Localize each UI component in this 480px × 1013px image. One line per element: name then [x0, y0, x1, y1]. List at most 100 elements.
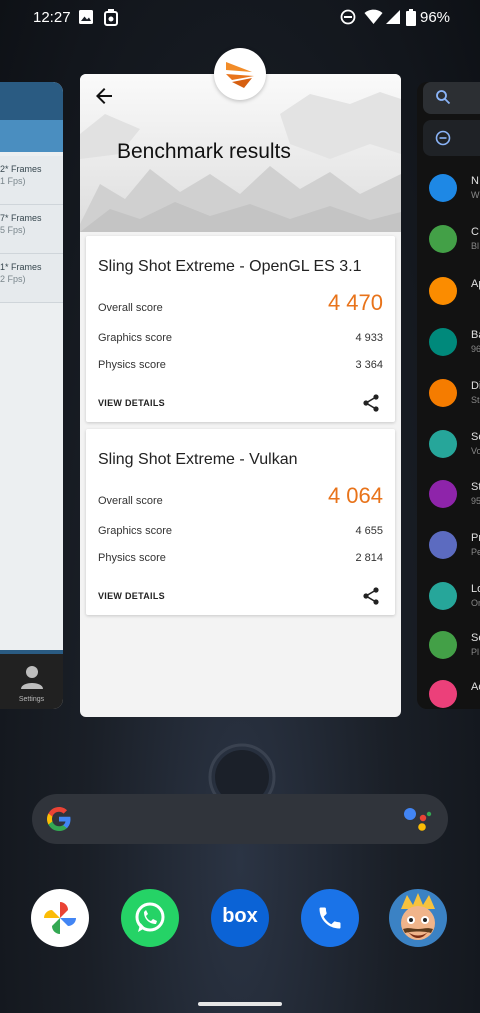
item-title: N: [471, 175, 479, 187]
frames-text: 2* Frames: [0, 164, 42, 174]
settings-item-privacy: Pr Pe: [429, 531, 480, 581]
photos-icon[interactable]: [31, 889, 89, 947]
item-title: Ap: [471, 278, 480, 290]
item-subtitle: W: [471, 190, 480, 200]
recent-app-3dmark[interactable]: Benchmark results Sling Shot Extreme - O…: [80, 74, 401, 717]
graphics-score-value: 4 933: [355, 332, 383, 344]
google-logo-icon: [47, 807, 71, 831]
graphics-score-label: Graphics score: [98, 332, 172, 344]
dnd-icon: [340, 9, 356, 25]
devices-icon: [429, 225, 457, 253]
settings-item-connected: C Bl: [429, 225, 480, 275]
battery-icon: [406, 9, 416, 26]
list-item: 1* Frames 2 Fps): [0, 254, 63, 303]
item-title: St: [471, 481, 480, 493]
view-details-button[interactable]: VIEW DETAILS: [98, 591, 165, 601]
box-icon[interactable]: box: [211, 889, 269, 947]
person-icon: [21, 666, 43, 689]
signal-icon: [386, 10, 400, 24]
item-subtitle: 95: [471, 496, 480, 506]
settings-search-bar: [423, 82, 480, 114]
item-title: C: [471, 226, 479, 238]
left-app-toolbar: [0, 82, 63, 120]
result-card-vulkan[interactable]: Sling Shot Extreme - Vulkan Overall scor…: [86, 429, 395, 615]
fps-text: 5 Fps): [0, 225, 26, 235]
physics-score-label: Physics score: [98, 552, 166, 564]
settings-item-location: Lo On: [429, 582, 480, 632]
item-subtitle: Vo: [471, 446, 480, 456]
item-title: Di: [471, 380, 480, 392]
settings-item-display: Di St: [429, 379, 480, 429]
brightness-icon: [429, 379, 457, 407]
fps-text: 1 Fps): [0, 176, 26, 186]
left-app-subheader: [0, 120, 63, 152]
photos-pinwheel: [44, 902, 76, 934]
whatsapp-glyph: [135, 902, 165, 932]
list-item: 2* Frames 1 Fps): [0, 156, 63, 205]
recent-app-left[interactable]: 2* Frames 1 Fps) 7* Frames 5 Fps) 1* Fra…: [0, 82, 63, 709]
item-subtitle: Pe: [471, 547, 480, 557]
page-title: Benchmark results: [117, 140, 291, 163]
battery-icon: [429, 328, 457, 356]
left-app-bottom-nav: Settings: [0, 654, 63, 709]
physics-score-label: Physics score: [98, 359, 166, 371]
item-subtitle: Pl: [471, 647, 480, 657]
google-search-bar[interactable]: [32, 794, 448, 844]
lock-icon: [429, 631, 457, 659]
google-assistant-icon[interactable]: [402, 806, 432, 832]
clash-royale-face: [401, 893, 435, 940]
whatsapp-icon[interactable]: [121, 889, 179, 947]
item-subtitle: Bl: [471, 241, 480, 251]
clash-royale-icon[interactable]: [389, 889, 447, 947]
item-title: Lo: [471, 583, 480, 595]
phone-icon[interactable]: [301, 889, 359, 947]
frames-text: 1* Frames: [0, 262, 42, 272]
graphics-score-label: Graphics score: [98, 525, 172, 537]
status-bar: 12:27 96%: [0, 0, 480, 36]
item-title: Pr: [471, 532, 480, 544]
item-subtitle: St: [471, 395, 480, 405]
benchmark-name: Sling Shot Extreme - OpenGL ES 3.1: [98, 258, 362, 275]
eye-icon: [429, 531, 457, 559]
physics-score-value: 3 364: [355, 359, 383, 371]
overall-score-value: 4 470: [327, 290, 383, 315]
battery-percent: 96%: [420, 9, 451, 26]
wifi-icon: [429, 174, 457, 202]
item-title: Ba: [471, 329, 480, 341]
usb-icon: [104, 9, 118, 26]
image-icon: [79, 10, 93, 24]
settings-item-sound: So Vo: [429, 430, 480, 480]
dnd-icon: [435, 130, 451, 146]
item-subtitle: On: [471, 598, 480, 608]
physics-score-value: 2 814: [355, 552, 383, 564]
phone-glyph: [319, 907, 341, 929]
status-time: 12:27: [33, 9, 71, 26]
apps-icon: [429, 277, 457, 305]
wallpaper-ring: [208, 743, 276, 800]
result-card-opengl[interactable]: Sling Shot Extreme - OpenGL ES 3.1 Overa…: [86, 236, 395, 422]
box-label: box: [222, 905, 258, 927]
settings-item-battery: Ba 96: [429, 328, 480, 378]
settings-item-apps: Ap: [429, 277, 480, 327]
storage-icon: [429, 480, 457, 508]
app-icon-badge[interactable]: [214, 48, 266, 100]
back-arrow-icon[interactable]: [92, 84, 116, 108]
settings-item-network: N W: [429, 174, 480, 224]
overall-score-label: Overall score: [98, 495, 163, 507]
item-subtitle: 96: [471, 344, 480, 354]
share-icon[interactable]: [361, 586, 381, 606]
list-item: 7* Frames 5 Fps): [0, 205, 63, 254]
view-details-button[interactable]: VIEW DETAILS: [98, 398, 165, 408]
home-gesture-bar[interactable]: [198, 1002, 282, 1006]
overall-score-value: 4 064: [327, 483, 383, 508]
item-title: So: [471, 431, 480, 443]
wifi-icon: [364, 9, 383, 24]
settings-item-accounts: Ac: [429, 680, 480, 709]
dnd-suggestion: [423, 120, 480, 156]
share-icon[interactable]: [361, 393, 381, 413]
search-icon: [436, 90, 451, 105]
3dmark-logo-icon: [226, 62, 254, 88]
benchmark-name: Sling Shot Extreme - Vulkan: [98, 451, 298, 468]
location-icon: [429, 582, 457, 610]
recent-app-right[interactable]: N W C Bl Ap Ba 96 Di St So Vo St 95 Pr P…: [417, 82, 480, 709]
